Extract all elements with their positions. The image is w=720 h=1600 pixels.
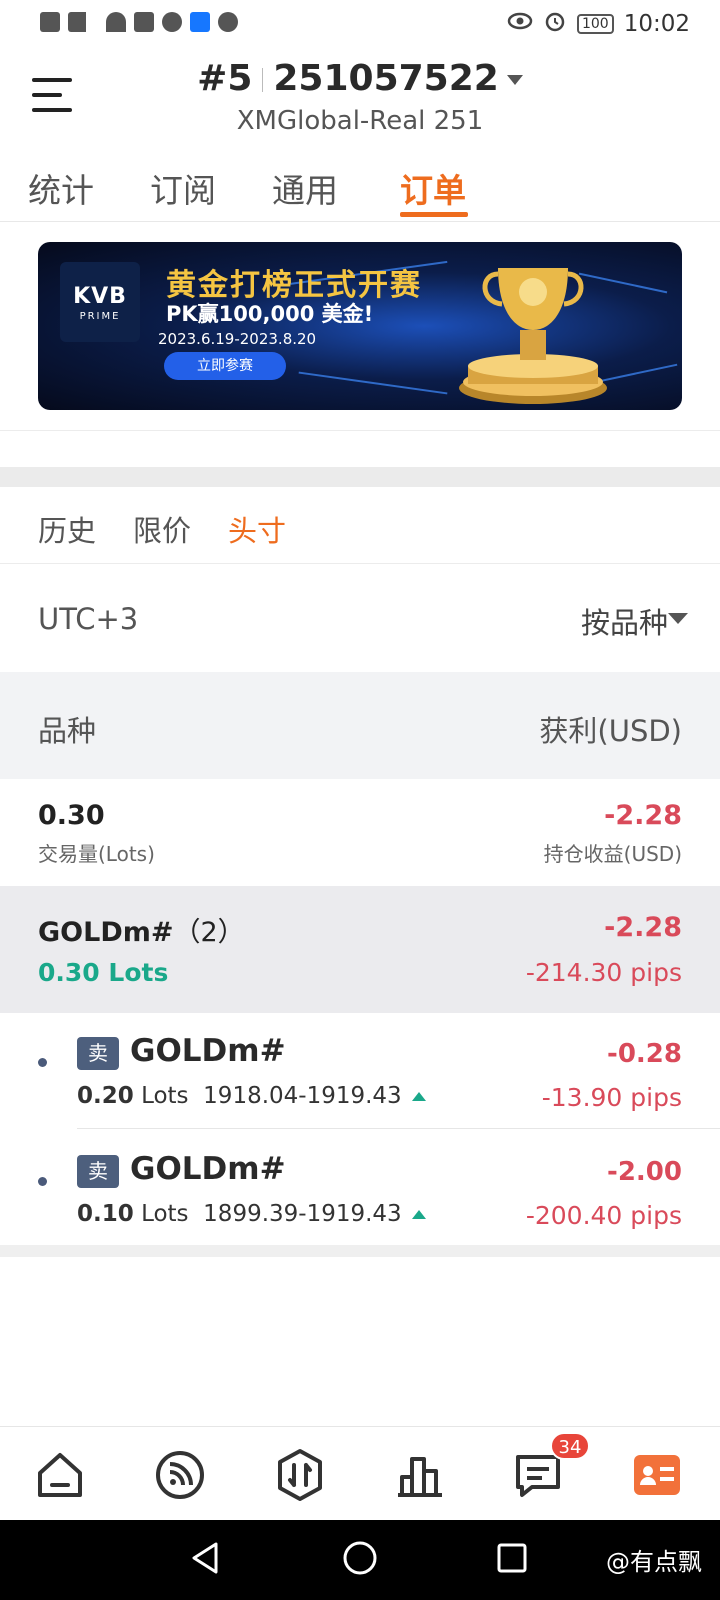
group-lots: 0.30 Lots <box>38 958 169 987</box>
total-profit-label: 持仓收益(USD) <box>543 842 682 866</box>
total-profit: -2.28 <box>604 800 682 831</box>
bullet-icon <box>38 1058 47 1067</box>
group-count: （2） <box>173 917 245 948</box>
divider <box>262 68 264 92</box>
position-profit: -2.00 <box>607 1157 682 1187</box>
group-pips: -214.30 pips <box>525 958 682 987</box>
status-icons-left <box>40 12 238 32</box>
recents-icon[interactable] <box>496 1542 528 1574</box>
trophy-icon <box>459 268 607 404</box>
feed-icon[interactable] <box>152 1447 208 1503</box>
system-navigation-bar: @有点飘 <box>0 1520 720 1600</box>
chart-icon[interactable] <box>392 1447 448 1503</box>
status-icons-right: 100 10:02 <box>507 9 690 39</box>
position-details: 0.20 Lots 1918.04-1919.43 <box>77 1083 426 1109</box>
tab-statistics[interactable]: 统计 <box>28 164 94 212</box>
tab-orders[interactable]: 订单 <box>400 164 466 212</box>
tab-subscribe[interactable]: 订阅 <box>150 164 216 212</box>
sort-selector[interactable]: 按品种 <box>581 600 668 642</box>
chevron-up-icon[interactable] <box>411 1092 426 1101</box>
timezone-selector[interactable]: UTC+3 <box>38 602 138 636</box>
alipay-icon <box>190 12 210 32</box>
divider <box>0 563 720 564</box>
status-bar: 100 10:02 <box>0 0 720 46</box>
column-profit: 获利(USD) <box>539 714 682 748</box>
trade-icon[interactable] <box>272 1447 328 1503</box>
clock: 10:02 <box>623 11 690 37</box>
banner-dates: 2023.6.19-2023.8.20 <box>158 330 317 348</box>
upload-icon <box>134 12 154 32</box>
tab-positions[interactable]: 头寸 <box>228 508 286 550</box>
top-tabs: 统计 订阅 通用 订单 <box>0 160 720 222</box>
column-symbol: 品种 <box>38 714 97 748</box>
signal-icon <box>68 12 98 32</box>
tab-history[interactable]: 历史 <box>38 508 96 550</box>
total-volume: 0.30 <box>38 800 105 831</box>
position-row[interactable]: 卖 GOLDm# 0.10 Lots 1899.39-1919.43 -2.00… <box>0 1129 720 1246</box>
sell-badge: 卖 <box>77 1037 119 1070</box>
home-button-icon[interactable] <box>342 1540 378 1576</box>
position-symbol: GOLDm# <box>130 1033 286 1069</box>
account-icon[interactable] <box>630 1447 686 1503</box>
symbol-group-row[interactable]: GOLDm#（2） 0.30 Lots -2.28 -214.30 pips <box>0 886 720 1013</box>
position-row[interactable]: 卖 GOLDm# 0.20 Lots 1918.04-1919.43 -0.28… <box>0 1013 720 1130</box>
position-pips: -13.90 pips <box>541 1083 682 1112</box>
column-header: 品种 获利(USD) <box>0 672 720 779</box>
banner-subtitle: PK赢100,000 美金! <box>166 302 374 326</box>
active-tab-indicator <box>400 212 468 217</box>
alarm-icon <box>543 9 567 39</box>
group-symbol: GOLDm#（2） <box>38 917 245 948</box>
hd-icon <box>40 12 60 32</box>
divider <box>0 430 720 431</box>
group-profit: -2.28 <box>604 912 682 943</box>
bottom-navigation <box>0 1426 720 1520</box>
sell-badge: 卖 <box>77 1155 119 1188</box>
section-separator <box>0 467 720 487</box>
account-id: 251057522 <box>273 58 499 99</box>
messages-badge: 34 <box>550 1432 590 1460</box>
wifi-icon <box>106 12 126 32</box>
join-button[interactable]: 立即参赛 <box>164 352 286 380</box>
chat-icon <box>218 12 238 32</box>
account-number: #5 <box>197 58 253 99</box>
watermark: @有点飘 <box>606 1548 702 1576</box>
promo-banner[interactable]: KVB PRIME 黄金打榜正式开赛 PK赢100,000 美金! 2023.6… <box>38 242 682 410</box>
bullet-icon <box>38 1177 47 1186</box>
back-icon[interactable] <box>188 1540 222 1576</box>
battery-icon: 100 <box>576 14 614 34</box>
home-icon[interactable] <box>32 1447 88 1503</box>
wechat-icon <box>162 12 182 32</box>
position-symbol: GOLDm# <box>130 1151 286 1187</box>
chevron-up-icon[interactable] <box>411 1210 426 1219</box>
kvb-logo: KVB PRIME <box>60 262 140 342</box>
position-pips: -200.40 pips <box>525 1201 682 1230</box>
chevron-down-icon <box>506 75 523 85</box>
tab-general[interactable]: 通用 <box>272 164 338 212</box>
position-profit: -0.28 <box>607 1039 682 1069</box>
total-volume-label: 交易量(Lots) <box>38 842 155 866</box>
eye-icon <box>507 11 533 37</box>
position-details: 0.10 Lots 1899.39-1919.43 <box>77 1201 426 1227</box>
section-separator <box>0 1245 720 1257</box>
account-selector[interactable]: #5 251057522 <box>0 58 720 99</box>
server-name: XMGlobal-Real 251 <box>236 106 484 136</box>
chevron-down-icon[interactable] <box>668 613 688 624</box>
tab-limit[interactable]: 限价 <box>133 508 191 550</box>
